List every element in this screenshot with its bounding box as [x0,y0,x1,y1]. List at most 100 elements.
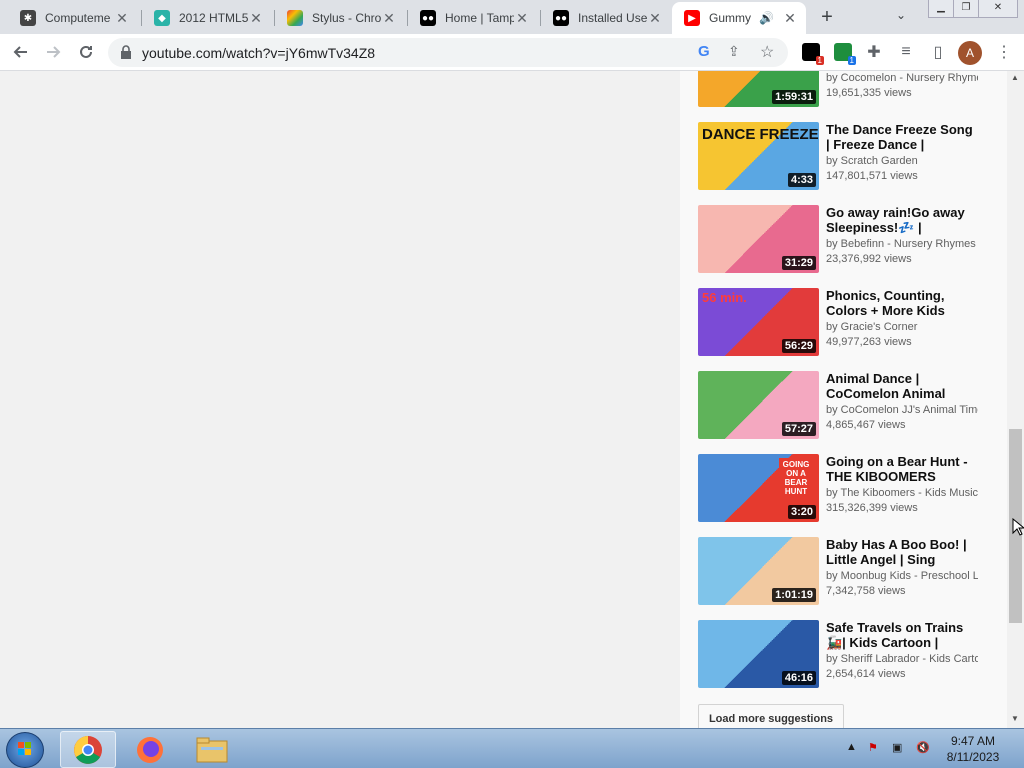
video-channel[interactable]: by The Kiboomers - Kids Music [826,487,978,499]
close-tab-icon[interactable]: ✕ [514,10,530,27]
video-channel[interactable]: by Moonbug Kids - Preschool L [826,570,978,582]
tab-search-button[interactable]: ⌄ [896,8,906,22]
video-duration: 1:01:19 [772,588,816,602]
video-channel[interactable]: by Bebefinn - Nursery Rhymes [826,238,978,250]
extensions-puzzle-icon[interactable]: ✚ [862,40,886,64]
video-channel[interactable]: by Gracie's Corner [826,321,978,333]
taskbar-firefox[interactable] [122,731,178,768]
tampermonkey-icon: ●● [553,10,569,26]
tab-installed-userscripts[interactable]: ●● Installed Use ✕ [541,2,671,34]
suggested-video[interactable]: 46:16 Safe Travels on Trains 🚂| Kids Car… [698,620,998,688]
close-window-button[interactable]: ✕ [978,0,1018,18]
taskbar-chrome[interactable] [60,731,116,768]
page-scrollbar[interactable]: ▲ ▼ [1007,71,1024,728]
back-button[interactable] [9,40,33,64]
video-title[interactable]: Baby Has A Boo Boo! | Little Angel | Sin… [826,537,978,567]
video-player-area[interactable] [0,71,680,728]
tab-title: 2012 HTML5 [179,11,248,25]
network-icon[interactable]: ▣ [892,741,902,754]
tab-stylus[interactable]: Stylus - Chro ✕ [275,2,405,34]
suggested-video[interactable]: 31:29 Go away rain!󠀠Go away Sleepiness!💤… [698,205,998,273]
scroll-up-arrow-icon[interactable]: ▲ [1011,73,1019,82]
new-tab-button[interactable]: + [818,6,836,28]
video-thumbnail[interactable]: 57:27 [698,371,819,439]
suggested-video[interactable]: GOING ON A BEAR HUNT 3:20 Going on a Bea… [698,454,998,522]
video-thumbnail[interactable]: 31:29 [698,205,819,273]
action-center-flag-icon[interactable]: ⚑ [868,741,878,754]
video-duration: 4:33 [787,173,816,187]
suggested-video[interactable]: 56 min. 56:29 Phonics, Counting, Colors … [698,288,998,356]
video-thumbnail[interactable]: 1:59:31 [698,71,819,107]
tab-2012-html5[interactable]: ◆ 2012 HTML5 ✕ [142,2,272,34]
address-bar[interactable]: youtube.com/watch?v=jY6mwTv34Z8 G ⇪ ☆ [108,38,788,67]
reload-button[interactable] [74,40,98,64]
windows-logo-icon [18,742,31,755]
chrome-webstore-icon [287,10,303,26]
extension-badge: 1 [847,56,856,65]
video-thumbnail[interactable]: 46:16 [698,620,819,688]
bookmark-star-icon[interactable]: ☆ [760,42,774,62]
close-tab-icon[interactable]: ✕ [248,10,264,27]
speaker-icon[interactable]: 🔊 [759,11,774,25]
video-thumbnail[interactable]: GOING ON A BEAR HUNT 3:20 [698,454,819,522]
video-duration: 3:20 [787,505,816,519]
close-tab-icon[interactable]: ✕ [782,10,798,27]
arrow-right-icon [47,46,61,58]
video-channel[interactable]: by Sheriff Labrador - Kids Carto [826,653,978,665]
stylus-extension-icon[interactable]: 1 [834,43,856,65]
system-clock[interactable]: 9:47 AM 8/11/2023 [940,733,1006,765]
load-more-suggestions-button[interactable]: Load more suggestions [698,704,844,728]
share-icon[interactable]: ⇪ [728,43,740,60]
video-thumbnail[interactable]: DANCE FREEZE 4:33 [698,122,819,190]
tab-title: Home | Tamp [445,11,514,25]
video-title[interactable]: The Dance Freeze Song | Freeze Dance | [826,122,978,152]
maximize-button[interactable]: ❐ [953,0,979,18]
video-views: 19,651,335 views [826,87,912,99]
suggested-video[interactable]: DANCE FREEZE 4:33 The Dance Freeze Song … [698,122,998,190]
show-hidden-icons-icon[interactable]: ▲ [846,741,857,753]
video-channel[interactable]: by CoComelon JJ's Animal Time [826,404,978,416]
video-views: 23,376,992 views [826,253,912,265]
suggested-video[interactable]: 57:27 Animal Dance | CoComelon Animal by… [698,371,998,439]
tab-home-tampermonkey[interactable]: ●● Home | Tamp ✕ [408,2,538,34]
taskbar-file-explorer[interactable] [184,731,240,768]
tab-gummy-youtube[interactable]: ▶ Gummy 🔊 ✕ [672,2,806,34]
video-title[interactable]: Going on a Bear Hunt - THE KIBOOMERS [826,454,978,484]
volume-muted-icon[interactable]: 🔇 [916,741,930,754]
minimize-button[interactable]: ▁ [928,0,954,18]
side-panel-icon[interactable]: ▯ [926,40,950,64]
close-tab-icon[interactable]: ✕ [647,10,663,27]
tampermonkey-extension-icon[interactable]: 1 [802,43,824,65]
google-icon[interactable]: G [698,43,710,60]
suggested-video[interactable]: 1:59:31 by Cocomelon - Nursery Rhymes 19… [698,71,998,107]
video-views: 49,977,263 views [826,336,912,348]
url-text[interactable]: youtube.com/watch?v=jY6mwTv34Z8 [142,45,375,61]
video-thumbnail[interactable]: 1:01:19 [698,537,819,605]
clock-date: 8/11/2023 [946,750,1000,764]
forward-button[interactable] [41,40,65,64]
chrome-icon [74,735,102,764]
video-channel[interactable]: by Scratch Garden [826,155,978,167]
media-control-icon[interactable]: ≡ [894,40,918,64]
start-button[interactable] [6,732,44,768]
more-menu-icon[interactable]: ⋮ [996,42,1012,62]
arrow-left-icon [13,46,27,58]
video-title[interactable]: Animal Dance | CoComelon Animal [826,371,978,401]
video-thumbnail[interactable]: 56 min. 56:29 [698,288,819,356]
video-title[interactable]: Go away rain!󠀠Go away Sleepiness!💤 | [826,205,978,235]
thumbnail-text: DANCE FREEZE [702,126,819,143]
extension-badge: 1 [815,56,824,65]
close-tab-icon[interactable]: ✕ [381,10,397,27]
profile-avatar[interactable]: A [958,41,982,65]
lock-icon[interactable] [120,45,132,59]
video-views: 4,865,467 views [826,419,906,431]
suggested-video[interactable]: 1:01:19 Baby Has A Boo Boo! | Little Ang… [698,537,998,605]
close-tab-icon[interactable]: ✕ [114,10,130,27]
video-channel[interactable]: by Cocomelon - Nursery Rhymes [826,72,978,84]
scroll-down-arrow-icon[interactable]: ▼ [1011,714,1019,723]
mouse-cursor-icon [1012,518,1024,536]
video-title[interactable]: Phonics, Counting, Colors + More Kids [826,288,978,318]
tab-computeme[interactable]: ✱ Computeme ✕ [8,2,138,34]
video-title[interactable]: Safe Travels on Trains 🚂| Kids Cartoon | [826,620,978,650]
video-views: 315,326,399 views [826,502,918,514]
